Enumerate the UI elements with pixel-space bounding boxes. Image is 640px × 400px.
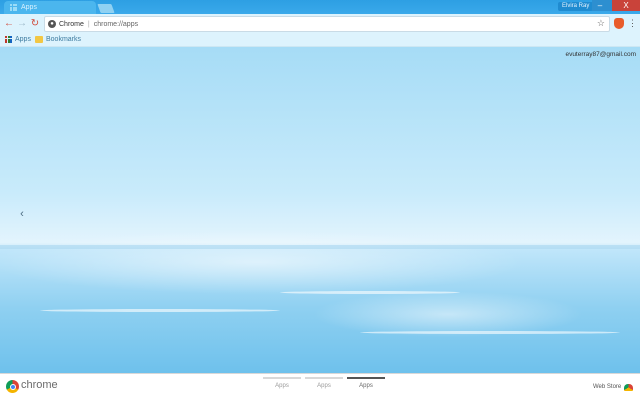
minimize-button[interactable]: – <box>592 0 608 11</box>
bookmark-label: Apps <box>15 36 31 43</box>
close-button[interactable]: X <box>612 0 640 11</box>
bookmark-star-icon[interactable]: ☆ <box>597 18 605 29</box>
web-store-icon[interactable] <box>624 384 633 391</box>
tab-title: Apps <box>21 4 37 11</box>
chrome-logo-icon <box>6 380 19 393</box>
profile-button[interactable]: Elvira Ray <box>558 2 594 11</box>
bookmarks-bar: Apps Bookmarks <box>0 34 640 47</box>
apps-grid-icon <box>5 36 12 43</box>
page-indicator-bar <box>263 377 301 379</box>
forward-button[interactable]: → <box>16 18 28 30</box>
user-email[interactable]: evuterray87@gmail.com <box>565 51 636 58</box>
omnibox[interactable]: ● Chrome | chrome://apps ☆ <box>44 16 610 32</box>
title-bar: Apps Elvira Ray – ▫ X <box>0 0 640 14</box>
omnibox-separator: | <box>87 20 90 28</box>
bookmark-bookmarks-folder[interactable]: Bookmarks <box>35 36 81 43</box>
folder-icon <box>35 36 43 43</box>
apps-footer: chrome Apps Apps Apps Web Store <box>0 373 640 400</box>
bookmark-label: Bookmarks <box>46 36 82 43</box>
page-indicator[interactable]: Apps <box>263 377 301 389</box>
url-text[interactable]: chrome://apps <box>94 21 138 28</box>
page-indicator-bar <box>305 377 343 379</box>
page-indicator-active[interactable]: Apps <box>347 377 385 389</box>
previous-page-arrow[interactable]: ‹ <box>17 207 27 221</box>
chrome-page-icon: ● <box>48 20 56 28</box>
page-indicator-bar <box>347 377 385 379</box>
horizon-line <box>0 245 640 249</box>
snow-drift <box>360 331 620 334</box>
back-button[interactable]: ← <box>3 18 15 30</box>
apps-page-background: evuterray87@gmail.com ‹ <box>0 47 640 373</box>
page-indicator[interactable]: Apps <box>305 377 343 389</box>
page-indicator-label: Apps <box>317 383 331 389</box>
web-store-link[interactable]: Web Store <box>593 384 621 390</box>
reload-button[interactable]: ↻ <box>29 18 41 30</box>
page-indicator-label: Apps <box>359 383 373 389</box>
new-tab-button[interactable] <box>97 4 115 13</box>
menu-icon[interactable]: ⋮ <box>628 17 637 29</box>
extension-icon[interactable] <box>614 18 624 29</box>
close-control: X <box>612 0 640 11</box>
tab-apps[interactable]: Apps <box>4 1 96 14</box>
toolbar: ← → ↻ ● Chrome | chrome://apps ☆ <box>0 14 640 34</box>
page-indicator-label: Apps <box>275 383 289 389</box>
bookmark-apps[interactable]: Apps <box>5 36 31 43</box>
chrome-wordmark: chrome <box>21 379 58 391</box>
apps-grid-icon <box>10 4 17 11</box>
snow-drift <box>40 309 280 312</box>
omnibox-chip-label: Chrome <box>59 20 84 28</box>
snow-drift <box>280 291 460 294</box>
